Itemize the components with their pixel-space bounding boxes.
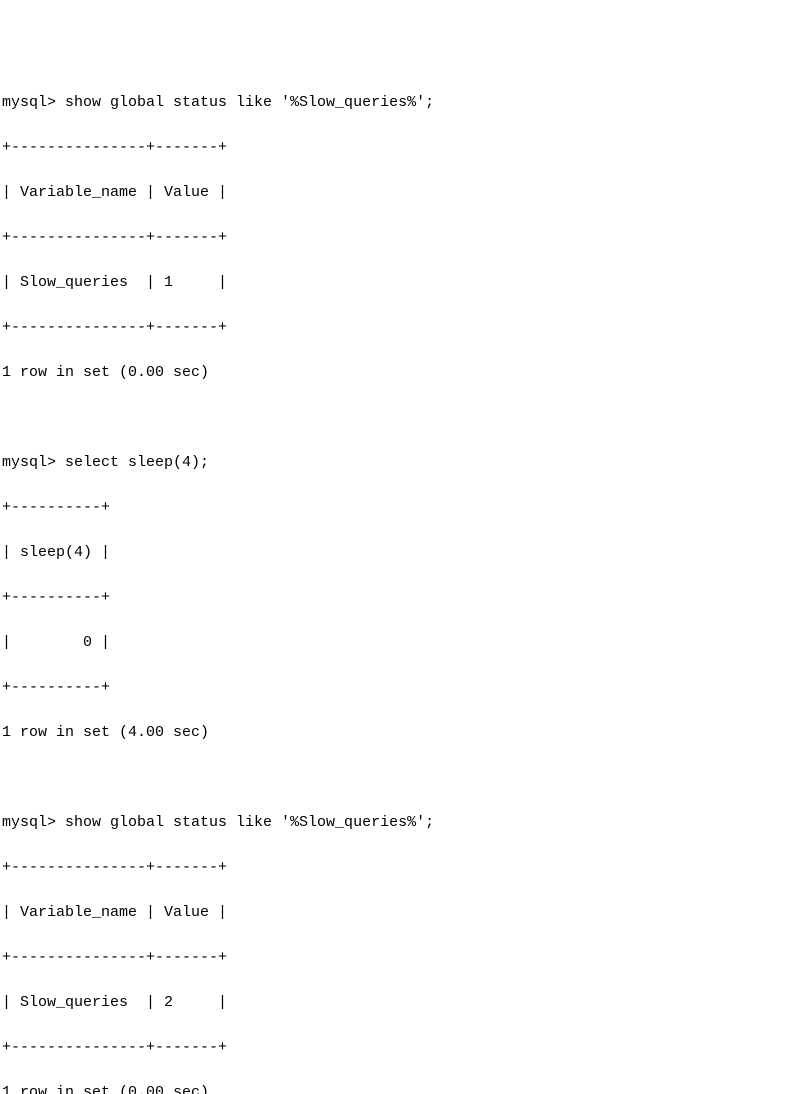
table-border: +---------------+-------+ [2,947,809,970]
table-row: | 0 | [2,632,809,655]
blank-line [2,767,809,790]
sql-command: select sleep(4); [65,454,209,471]
table-border: +----------+ [2,497,809,520]
table-header: | Variable_name | Value | [2,902,809,925]
table-border: +----------+ [2,587,809,610]
table-row: | Slow_queries | 2 | [2,992,809,1015]
result-summary: 1 row in set (0.00 sec) [2,362,809,385]
mysql-prompt: mysql> [2,814,65,831]
table-row: | Slow_queries | 1 | [2,272,809,295]
sql-command: show global status like '%Slow_queries%'… [65,94,434,111]
table-header: | sleep(4) | [2,542,809,565]
terminal-line: mysql> show global status like '%Slow_qu… [2,92,809,115]
mysql-prompt: mysql> [2,454,65,471]
mysql-prompt: mysql> [2,94,65,111]
terminal-line: mysql> show global status like '%Slow_qu… [2,812,809,835]
table-border: +---------------+-------+ [2,137,809,160]
table-border: +---------------+-------+ [2,1037,809,1060]
table-border: +---------------+-------+ [2,317,809,340]
table-border: +----------+ [2,677,809,700]
terminal-line: mysql> select sleep(4); [2,452,809,475]
blank-line [2,407,809,430]
result-summary: 1 row in set (4.00 sec) [2,722,809,745]
table-border: +---------------+-------+ [2,857,809,880]
table-header: | Variable_name | Value | [2,182,809,205]
result-summary: 1 row in set (0.00 sec) [2,1082,809,1094]
sql-command: show global status like '%Slow_queries%'… [65,814,434,831]
table-border: +---------------+-------+ [2,227,809,250]
